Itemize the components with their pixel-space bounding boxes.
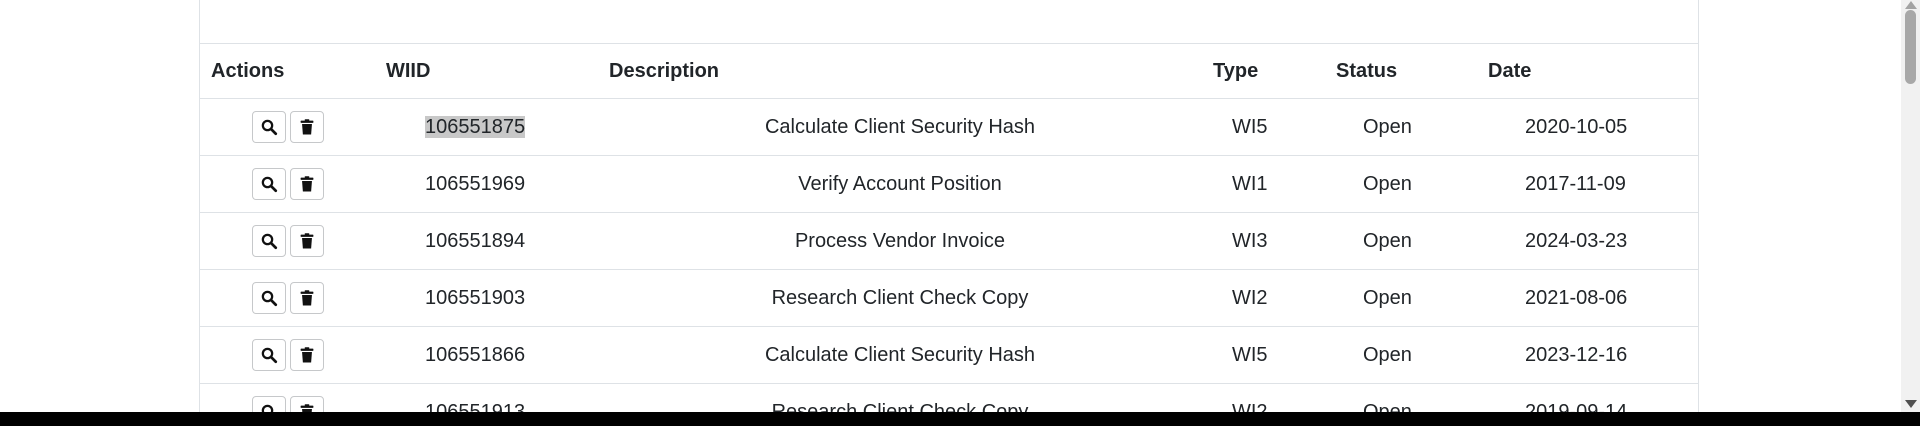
work-items-table-wrapper: Actions WIID Description Type Status Dat… — [200, 43, 1698, 412]
search-icon — [260, 346, 278, 364]
cell-type: WI5 — [1232, 343, 1268, 366]
viewport: Actions WIID Description Type Status Dat… — [0, 0, 1920, 412]
view-button[interactable] — [251, 282, 286, 314]
cell-date: 2020-10-05 — [1525, 115, 1628, 138]
cell-type: WI5 — [1232, 115, 1268, 138]
wiid-text: 106551969 — [425, 172, 526, 195]
column-header-status[interactable]: Status — [1325, 44, 1477, 99]
delete-button[interactable] — [289, 225, 324, 257]
cell-date: 2019-09-14 — [1525, 400, 1628, 413]
vertical-scrollbar[interactable] — [1901, 0, 1920, 412]
view-button[interactable] — [251, 339, 286, 371]
delete-button[interactable] — [289, 396, 324, 412]
column-header-date[interactable]: Date — [1477, 44, 1698, 99]
trash-icon — [298, 232, 316, 250]
cell-date: 2017-11-09 — [1525, 172, 1626, 195]
cell-status: Open — [1363, 172, 1412, 195]
work-items-panel: Actions WIID Description Type Status Dat… — [199, 0, 1699, 412]
view-button[interactable] — [251, 225, 286, 257]
cell-description: Calculate Client Security Hash — [764, 343, 1036, 366]
column-header-description[interactable]: Description — [598, 44, 1202, 99]
view-button[interactable] — [251, 111, 286, 143]
cell-status: Open — [1363, 400, 1412, 413]
row-actions — [200, 327, 375, 384]
search-icon — [260, 118, 278, 136]
search-icon — [260, 289, 278, 307]
search-icon — [260, 403, 278, 412]
column-header-type[interactable]: Type — [1202, 44, 1325, 99]
cell-wiid: 106551875 — [375, 99, 598, 156]
trash-icon — [298, 346, 316, 364]
cell-wiid: 106551913 — [375, 384, 598, 413]
cell-description: Verify Account Position — [798, 172, 1002, 195]
table-header-row: Actions WIID Description Type Status Dat… — [200, 43, 1698, 99]
search-icon — [260, 232, 278, 250]
cell-date: 2024-03-23 — [1525, 229, 1628, 252]
trash-icon — [298, 118, 316, 136]
cell-wiid: 106551969 — [375, 156, 598, 213]
cell-description: Research Client Check Copy — [771, 286, 1029, 309]
trash-icon — [298, 403, 316, 412]
cell-status: Open — [1363, 229, 1412, 252]
row-actions — [200, 270, 375, 327]
wiid-text: 106551894 — [425, 229, 526, 252]
table-row[interactable]: 106551913 Research Client Check Copy WI2 Op… — [200, 384, 1698, 413]
table-row[interactable]: 106551866 Calculate Client Security Hash W… — [200, 327, 1698, 384]
delete-button[interactable] — [289, 168, 324, 200]
row-actions — [200, 213, 375, 270]
column-header-wiid[interactable]: WIID — [375, 44, 598, 99]
column-header-actions: Actions — [211, 59, 285, 82]
cell-date: 2021-08-06 — [1525, 286, 1628, 309]
search-icon — [260, 175, 278, 193]
view-button[interactable] — [251, 168, 286, 200]
delete-button[interactable] — [289, 282, 324, 314]
cell-status: Open — [1363, 115, 1412, 138]
cell-type: WI3 — [1232, 229, 1268, 252]
row-actions — [200, 99, 375, 156]
row-actions — [200, 384, 375, 412]
cell-status: Open — [1363, 343, 1412, 366]
scroll-up-arrow-icon[interactable] — [1905, 1, 1917, 9]
cell-description: Process Vendor Invoice — [794, 229, 1006, 252]
delete-button[interactable] — [289, 339, 324, 371]
delete-button[interactable] — [289, 111, 324, 143]
wiid-text: 106551913 — [425, 400, 526, 413]
cell-date: 2023-12-16 — [1525, 343, 1628, 366]
cell-wiid: 106551903 — [375, 270, 598, 327]
cell-type: WI2 — [1232, 400, 1268, 413]
wiid-text: 106551903 — [425, 286, 526, 309]
cell-description: Calculate Client Security Hash — [764, 115, 1036, 138]
table-row[interactable]: 106551875 Calculate Client Security Hash W… — [200, 99, 1698, 156]
scrollbar-thumb[interactable] — [1905, 10, 1916, 84]
wiid-text-selected: 106551875 — [425, 115, 526, 138]
bottom-edge-bar — [0, 412, 1920, 426]
wiid-text: 106551866 — [425, 343, 526, 366]
cell-type: WI2 — [1232, 286, 1268, 309]
cell-wiid: 106551866 — [375, 327, 598, 384]
view-button[interactable] — [251, 396, 286, 412]
cell-type: WI1 — [1232, 172, 1268, 195]
table-row[interactable]: 106551969 Verify Account Position WI1 Open 2… — [200, 156, 1698, 213]
trash-icon — [298, 175, 316, 193]
cell-status: Open — [1363, 286, 1412, 309]
cell-wiid: 106551894 — [375, 213, 598, 270]
trash-icon — [298, 289, 316, 307]
cell-description: Research Client Check Copy — [771, 400, 1029, 413]
table-row[interactable]: 106551903 Research Client Check Copy WI2 Op… — [200, 270, 1698, 327]
table-body: 106551875 Calculate Client Security Hash W… — [200, 99, 1698, 413]
row-actions — [200, 156, 375, 213]
work-items-table: Actions WIID Description Type Status Dat… — [200, 43, 1698, 412]
table-row[interactable]: 106551894 Process Vendor Invoice WI3 Open 20… — [200, 213, 1698, 270]
scroll-down-arrow-icon[interactable] — [1905, 400, 1917, 408]
